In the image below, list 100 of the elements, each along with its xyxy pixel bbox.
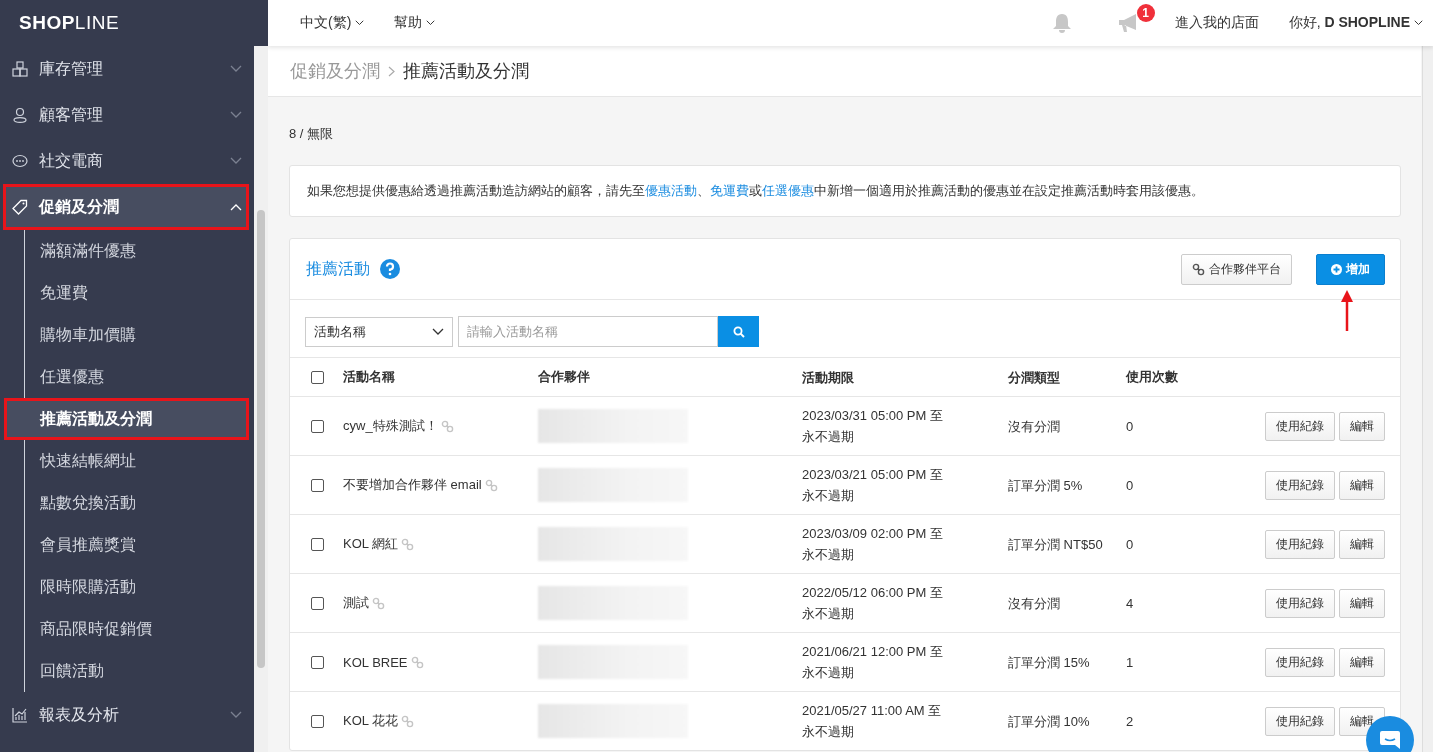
row-action-button[interactable]: 使用紀錄: [1265, 706, 1335, 736]
share-type: 沒有分潤: [1008, 418, 1060, 434]
sidebar-subitem[interactable]: 推薦活動及分潤: [4, 398, 249, 440]
usage-count: 0: [1126, 418, 1134, 434]
sidebar-subitem[interactable]: 回饋活動: [25, 650, 254, 692]
checkbox[interactable]: [311, 714, 324, 728]
row-action-button[interactable]: 編輯: [1339, 411, 1385, 441]
help-icon[interactable]: [380, 259, 400, 279]
row-action-button[interactable]: 編輯: [1339, 529, 1385, 559]
campaign-name: KOL BREE: [343, 654, 408, 670]
chevron-icon: [432, 327, 444, 336]
period-start: 2021/05/27 11:00 AM 至: [802, 702, 943, 720]
chevron-icon: [230, 65, 242, 73]
sidebar-subitem[interactable]: 會員推薦獎賞: [25, 524, 254, 566]
user-menu[interactable]: 你好, D SHOPLINE: [1288, 14, 1410, 32]
link[interactable]: 優惠活動: [645, 183, 697, 198]
breadcrumb-separator-icon: [388, 65, 395, 77]
plus-circle-icon: [1331, 263, 1342, 275]
usage-count: 2: [1126, 713, 1134, 729]
period-end: 永不過期: [802, 546, 855, 564]
share-type: 訂單分潤 15%: [1008, 654, 1090, 670]
breadcrumb-item: 推薦活動及分潤: [403, 60, 529, 83]
checkbox[interactable]: [311, 370, 324, 384]
menu-dropdown[interactable]: 幫助: [394, 14, 436, 32]
campaign-name: KOL 花花: [343, 712, 399, 730]
period-start: 2023/03/31 05:00 PM 至: [802, 407, 944, 425]
chart-icon: [12, 707, 28, 723]
row-action-button[interactable]: 使用紀錄: [1265, 647, 1335, 677]
checkbox[interactable]: [311, 655, 324, 669]
chevron-icon: [230, 203, 242, 211]
sidebar-subitem[interactable]: 任選優惠: [25, 356, 254, 398]
sidebar-item[interactable]: 社交電商: [0, 138, 254, 184]
chevron-icon: [230, 111, 242, 119]
info-text: 如果您想提供優惠給透過推薦活動造訪網站的顧客，請先至優惠活動、免運費或任選優惠中新增一個適用於推薦活動的優惠並在設定推薦活動時套用該優惠。: [307, 182, 1205, 200]
row-action-button[interactable]: 編輯: [1339, 647, 1385, 677]
quota-text: 8 / 無限: [289, 125, 335, 143]
column-header: 活動期限: [802, 368, 855, 387]
period-start: 2021/06/21 12:00 PM 至: [802, 643, 944, 661]
period-end: 永不過期: [802, 605, 855, 623]
share-type: 訂單分潤 10%: [1008, 713, 1090, 729]
sidebar-subitem[interactable]: 滿額滿件優惠: [25, 230, 254, 272]
menu-dropdown[interactable]: 中文(繁): [300, 14, 365, 32]
chevron-icon: [355, 20, 365, 26]
period-start: 2023/03/09 02:00 PM 至: [802, 525, 944, 543]
chevron-icon: [230, 711, 242, 719]
checkbox[interactable]: [311, 537, 324, 551]
tag-icon: [12, 199, 28, 215]
row-action-button[interactable]: 使用紀錄: [1265, 529, 1335, 559]
row-action-button[interactable]: 使用紀錄: [1265, 588, 1335, 618]
chat-icon: [1379, 730, 1401, 750]
sidebar-subitem[interactable]: 快速結帳網址: [25, 440, 254, 482]
sidebar-subitem[interactable]: 購物車加價購: [25, 314, 254, 356]
checkbox[interactable]: [311, 596, 324, 610]
share-type: 訂單分潤 NT$50: [1008, 536, 1103, 552]
campaign-name: 測試: [343, 594, 369, 612]
sidebar-item[interactable]: 庫存管理: [0, 46, 254, 92]
period-end: 永不過期: [802, 664, 855, 682]
campaign-name: KOL 網紅: [343, 535, 399, 553]
sidebar-subitem[interactable]: 商品限時促銷價: [25, 608, 254, 650]
notification-badge: 1: [1136, 4, 1155, 22]
row-action-button[interactable]: 使用紀錄: [1265, 470, 1335, 500]
sidebar-item[interactable]: 報表及分析: [0, 692, 254, 738]
store-link[interactable]: 進入我的店面: [1174, 14, 1259, 32]
card-title: 推薦活動: [306, 258, 370, 279]
logo[interactable]: SHOPLINE: [0, 0, 268, 46]
row-action-button[interactable]: 編輯: [1339, 470, 1385, 500]
scrollbar-track[interactable]: [1422, 46, 1433, 752]
sidebar-item[interactable]: 促銷及分潤: [3, 184, 249, 230]
sidebar-subitem[interactable]: 點數兌換活動: [25, 482, 254, 524]
sidebar-item[interactable]: 顧客管理: [0, 92, 254, 138]
campaign-name: 不要增加合作夥伴 email: [343, 476, 482, 494]
column-header: 活動名稱: [343, 368, 395, 386]
link-icon: [401, 714, 415, 728]
chevron-icon: [1414, 20, 1423, 26]
search-button[interactable]: [718, 316, 759, 347]
chevron-icon: [426, 20, 436, 26]
usage-count: 4: [1126, 595, 1134, 611]
column-header: 合作夥伴: [538, 369, 590, 384]
row-action-button[interactable]: 編輯: [1339, 588, 1385, 618]
scrollbar-thumb[interactable]: [257, 210, 265, 668]
usage-count: 0: [1126, 536, 1134, 552]
checkbox[interactable]: [311, 478, 324, 492]
search-icon: [732, 325, 745, 338]
sidebar-subitem[interactable]: 免運費: [25, 272, 254, 314]
period-end: 永不過期: [802, 723, 855, 741]
search-field[interactable]: 請輸入活動名稱: [458, 316, 718, 347]
chat-bubble-icon: [12, 153, 28, 169]
boxes-icon: [12, 61, 28, 77]
link-icon: [1192, 262, 1205, 276]
checkbox[interactable]: [311, 419, 324, 433]
column-header: 分潤類型: [1008, 369, 1060, 385]
person-icon: [12, 107, 28, 123]
filter-dropdown[interactable]: 活動名稱: [305, 316, 453, 347]
row-action-button[interactable]: 使用紀錄: [1265, 411, 1335, 441]
sidebar-subitem[interactable]: 限時限購活動: [25, 566, 254, 608]
campaign-name: cyw_特殊測試！: [343, 417, 438, 435]
link[interactable]: 任選優惠: [762, 183, 814, 198]
share-type: 沒有分潤: [1008, 595, 1060, 611]
link[interactable]: 免運費: [710, 183, 749, 198]
partner-platform-button[interactable]: 合作夥伴平台: [1181, 253, 1292, 285]
